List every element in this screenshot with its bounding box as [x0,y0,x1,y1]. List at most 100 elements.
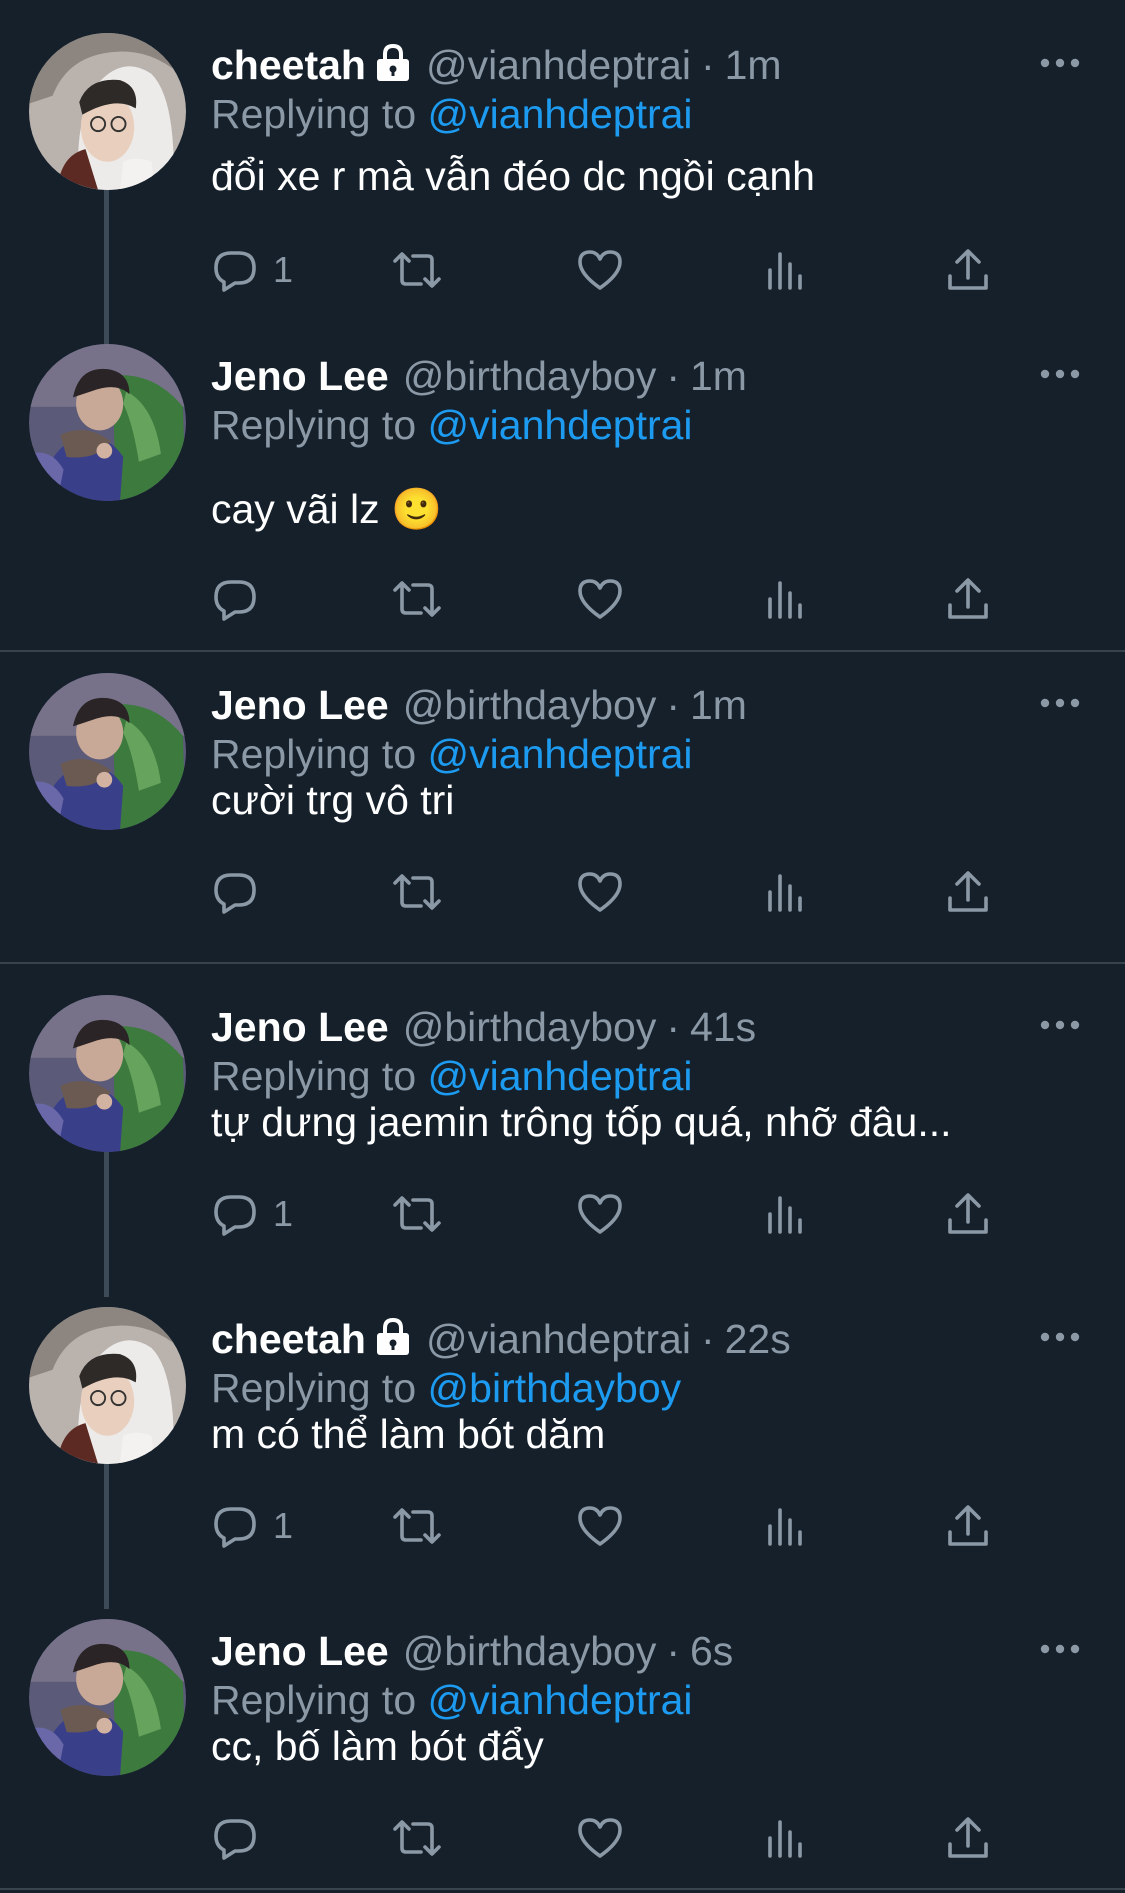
views-button[interactable] [764,240,808,300]
heart-icon [576,575,624,623]
retweet-icon [391,1502,443,1550]
tweet[interactable]: cheetah @vianhdeptrai · 22s Replying to @bi… [0,1274,1125,1609]
mention-link[interactable]: @vianhdeptrai [428,91,693,137]
retweet-button[interactable] [391,1496,443,1556]
display-name[interactable]: Jeno Lee [211,1628,389,1674]
timestamp[interactable]: 41s [690,1004,756,1050]
retweet-button[interactable] [391,240,443,300]
views-icon [764,1816,808,1860]
share-icon [946,1502,990,1550]
avatar[interactable] [29,33,186,190]
mention-link[interactable]: @birthdayboy [428,1365,682,1411]
display-name[interactable]: Jeno Lee [211,682,389,728]
more-horizontal-icon[interactable] [1040,1642,1080,1654]
display-name[interactable]: Jeno Lee [211,1004,389,1050]
views-button[interactable] [764,1184,808,1244]
reply-button[interactable]: 1 [211,240,293,300]
more-horizontal-icon[interactable] [1040,696,1080,708]
tweet-text: đổi xe r mà vẫn đéo dc ngồi cạnh [211,153,815,199]
replying-to: Replying to @vianhdeptrai [211,1674,693,1726]
share-icon [946,575,990,623]
share-button[interactable] [946,1808,990,1868]
tweet-actions [211,1808,1001,1868]
retweet-button[interactable] [391,1808,443,1868]
tweet-header: Jeno Lee @birthdayboy · 41s [211,1000,756,1054]
views-button[interactable] [764,862,808,922]
replying-label: Replying to [211,91,417,137]
user-handle[interactable]: @birthdayboy [403,353,657,399]
like-button[interactable] [576,1184,624,1244]
separator-dot: · [666,682,680,728]
tweet-text: cc, bố làm bót đẩy [211,1723,544,1769]
timestamp[interactable]: 6s [690,1628,733,1674]
user-handle[interactable]: @vianhdeptrai [426,1316,691,1362]
retweet-button[interactable] [391,569,443,629]
timestamp[interactable]: 1m [725,42,782,88]
reply-button[interactable]: 1 [211,1184,293,1244]
more-horizontal-icon[interactable] [1040,56,1080,68]
like-button[interactable] [576,240,624,300]
replying-label: Replying to [211,1677,417,1723]
divider [0,962,1125,964]
reply-button[interactable] [211,1808,273,1868]
like-button[interactable] [576,862,624,922]
share-button[interactable] [946,569,990,629]
user-handle[interactable]: @birthdayboy [403,682,657,728]
user-handle[interactable]: @birthdayboy [403,1004,657,1050]
avatar[interactable] [29,1307,186,1464]
views-button[interactable] [764,1496,808,1556]
tweet[interactable]: Jeno Lee @birthdayboy · 1m Replying to @via… [0,640,1125,932]
replying-label: Replying to [211,402,417,448]
mention-link[interactable]: @vianhdeptrai [428,402,693,448]
mention-link[interactable]: @vianhdeptrai [428,731,693,777]
reply-count: 1 [273,1193,294,1234]
reply-icon [211,868,259,916]
views-button[interactable] [764,569,808,629]
share-button[interactable] [946,240,990,300]
avatar[interactable] [29,1619,186,1776]
tweet-actions: 1 [211,1496,1001,1556]
like-button[interactable] [576,1496,624,1556]
user-handle[interactable]: @birthdayboy [403,1628,657,1674]
tweet[interactable]: Jeno Lee @birthdayboy · 6s Replying to @via… [0,1586,1125,1878]
avatar[interactable] [29,344,186,501]
tweet[interactable]: Jeno Lee @birthdayboy · 1m Replying to @via… [0,311,1125,639]
tweet[interactable]: cheetah @vianhdeptrai · 1m Replying to @via… [0,0,1125,345]
more-horizontal-icon[interactable] [1040,1330,1080,1342]
retweet-icon [391,868,443,916]
timestamp[interactable]: 22s [725,1316,791,1362]
timestamp[interactable]: 1m [690,682,747,728]
mention-link[interactable]: @vianhdeptrai [428,1053,693,1099]
display-name[interactable]: Jeno Lee [211,353,389,399]
user-handle[interactable]: @vianhdeptrai [426,42,691,88]
like-button[interactable] [576,1808,624,1868]
retweet-button[interactable] [391,862,443,922]
reply-button[interactable]: 1 [211,1496,293,1556]
retweet-button[interactable] [391,1184,443,1244]
tweet-header: Jeno Lee @birthdayboy · 6s [211,1624,733,1678]
like-button[interactable] [576,569,624,629]
share-button[interactable] [946,1184,990,1244]
display-name[interactable]: cheetah [211,42,366,88]
share-icon [946,868,990,916]
avatar[interactable] [29,995,186,1152]
reply-button[interactable] [211,862,273,922]
reply-icon [211,1190,259,1238]
tweet-text: cười trg vô tri [211,777,455,823]
share-icon [946,1814,990,1862]
share-button[interactable] [946,862,990,922]
reply-button[interactable] [211,569,273,629]
tweet[interactable]: Jeno Lee @birthdayboy · 41s Replying to @vi… [0,962,1125,1297]
reply-count: 1 [273,1505,294,1546]
share-button[interactable] [946,1496,990,1556]
timestamp[interactable]: 1m [690,353,747,399]
avatar[interactable] [29,673,186,830]
more-horizontal-icon[interactable] [1040,367,1080,379]
more-horizontal-icon[interactable] [1040,1018,1080,1030]
replying-label: Replying to [211,1365,417,1411]
mention-link[interactable]: @vianhdeptrai [428,1677,693,1723]
reply-icon [211,246,259,294]
views-button[interactable] [764,1808,808,1868]
display-name[interactable]: cheetah [211,1316,366,1362]
separator-dot: · [666,353,680,399]
